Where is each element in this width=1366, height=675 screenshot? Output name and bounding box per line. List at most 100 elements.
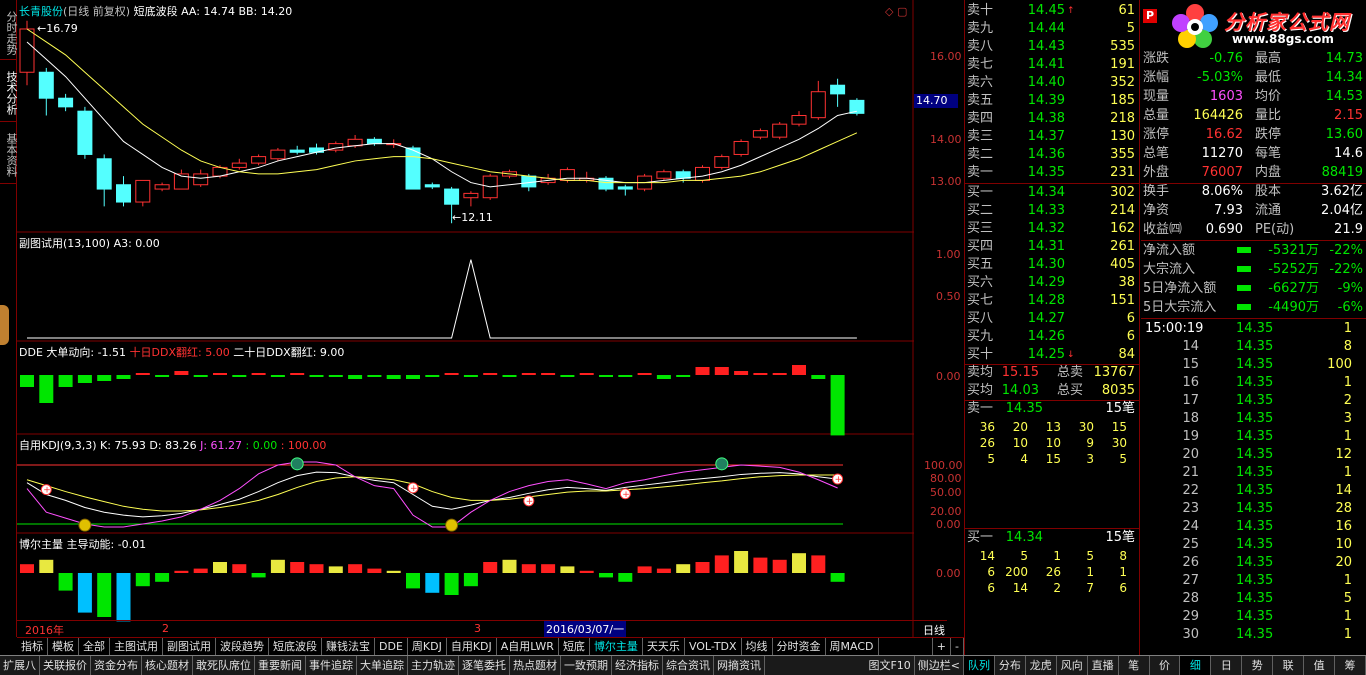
side-tab[interactable]: 价 — [1150, 656, 1181, 675]
order-book-row[interactable]: 买四 14.31 261 — [965, 238, 1139, 256]
indicator-tab[interactable]: 均线 — [742, 638, 773, 655]
indicator-tab[interactable]: 自用KDJ — [447, 638, 497, 655]
bottom-tab[interactable]: 经济指标 — [612, 656, 663, 675]
order-book-row[interactable]: 买五 14.30 405 — [965, 256, 1139, 274]
bottom-tab[interactable]: 逐笔委托 — [459, 656, 510, 675]
indicator-tab[interactable]: 主图试用 — [110, 638, 163, 655]
boer-bar — [174, 570, 189, 573]
side-tab[interactable]: 联 — [1273, 656, 1305, 675]
level-volume: 185 — [1110, 93, 1135, 108]
stat-value: 88419 — [1321, 165, 1363, 180]
side-tab[interactable]: 分布 — [995, 656, 1026, 675]
stat-label: 量比 — [1255, 108, 1282, 123]
order-book-row[interactable]: 卖三 14.37 130 — [965, 128, 1139, 146]
indicator-tab[interactable]: 周KDJ — [408, 638, 447, 655]
side-tab[interactable]: 日 — [1211, 656, 1243, 675]
side-tab[interactable]: 势 — [1242, 656, 1274, 675]
order-book-row[interactable]: 买三 14.32 162 — [965, 220, 1139, 238]
dde-bar — [792, 365, 806, 375]
tab-basic-info[interactable]: 基本资料 — [0, 126, 18, 184]
indicator-tab[interactable]: 短底 — [559, 638, 590, 655]
order-book-row[interactable]: 卖九 14.44 5 — [965, 20, 1139, 38]
order-book-row[interactable]: 买一 14.34 302 — [965, 184, 1139, 202]
side-tab[interactable]: 直播 — [1088, 656, 1119, 675]
order-book-row[interactable]: 买九 14.26 6 — [965, 328, 1139, 346]
bottom-tab[interactable]: 敢死队席位 — [193, 656, 255, 675]
order-book-row[interactable]: 买二 14.33 214 — [965, 202, 1139, 220]
dde-bar — [579, 373, 594, 375]
sub4-title: 博尔主量 主导动能: -0.01 — [19, 538, 147, 551]
bottom-tab[interactable]: 大单追踪 — [357, 656, 408, 675]
period-button[interactable]: 日线 — [923, 622, 945, 638]
indicator-tab[interactable]: A自用LWR — [497, 638, 559, 655]
indicator-tab[interactable]: 赚钱法宝 — [322, 638, 375, 655]
cursor-date: 2016/03/07/一 — [544, 621, 627, 637]
indicator-tab[interactable]: 模板 — [48, 638, 79, 655]
side-tab[interactable]: 细 — [1180, 656, 1212, 675]
bottom-tab[interactable]: 资金分布 — [91, 656, 142, 675]
tab-remove-button[interactable]: - — [951, 638, 964, 655]
indicator-tab[interactable]: 副图试用 — [163, 638, 216, 655]
sub3-title: 自用KDJ(9,3,3) K: 75.93 D: 83.26 J: 61.27 … — [19, 439, 327, 452]
dde-bar — [97, 375, 112, 381]
collapse-handle[interactable] — [0, 305, 9, 345]
indicator-tab[interactable]: 全部 — [79, 638, 110, 655]
bottom-tab[interactable]: 关联报价 — [40, 656, 91, 675]
queue-cell: 2 — [1053, 581, 1061, 595]
indicator-tab[interactable]: 周MACD — [826, 638, 879, 655]
order-book-row[interactable]: 卖五 14.39 185 — [965, 92, 1139, 110]
side-tab[interactable]: 风向 — [1057, 656, 1088, 675]
bottom-tab[interactable]: 热点题材 — [510, 656, 561, 675]
order-book-row[interactable]: 卖七 14.41 191 — [965, 56, 1139, 74]
boer-bar — [406, 573, 420, 589]
indicator-tab[interactable]: 博尔主量 — [590, 638, 643, 655]
order-book-row[interactable]: 买十 14.25 ↓ 84 — [965, 346, 1139, 364]
indicator-tab[interactable]: 天天乐 — [643, 638, 685, 655]
indicator-tab[interactable]: DDE — [375, 638, 408, 655]
indicator-tab[interactable]: 指标 — [17, 638, 48, 655]
order-book-row[interactable]: 卖四 14.38 218 — [965, 110, 1139, 128]
order-book-row[interactable]: 卖一 14.35 231 — [965, 164, 1139, 182]
boer-bar — [116, 573, 131, 622]
queue-cell: 5 — [1086, 549, 1094, 563]
order-book-row[interactable]: 卖十 14.45 ↑ 61 — [965, 2, 1139, 20]
side-tab[interactable]: 龙虎 — [1026, 656, 1057, 675]
bottom-tab[interactable]: 综合资讯 — [663, 656, 714, 675]
side-tab[interactable]: 值 — [1304, 656, 1336, 675]
indicator-tab[interactable]: 短底波段 — [269, 638, 322, 655]
tick-price: 14.35 — [1236, 483, 1274, 498]
level-volume: 61 — [1118, 3, 1135, 18]
indicator-tab[interactable]: 分时资金 — [773, 638, 826, 655]
indicator-tab[interactable]: 波段趋势 — [216, 638, 269, 655]
stat-label: 每笔 — [1255, 146, 1282, 161]
bottom-tab[interactable]: 核心题材 — [142, 656, 193, 675]
tab-time-sharing[interactable]: 分时走势 — [0, 6, 18, 60]
bottom-tab[interactable]: 网摘资讯 — [714, 656, 765, 675]
queue-cell: 3 — [1086, 452, 1094, 466]
order-book-row[interactable]: 卖八 14.43 535 — [965, 38, 1139, 56]
tab-add-button[interactable]: + — [931, 638, 952, 655]
bottom-tab[interactable]: 主力轨迹 — [408, 656, 459, 675]
order-book-row[interactable]: 买七 14.28 151 — [965, 292, 1139, 310]
chart-options-icon[interactable]: ◇ ▢ — [885, 5, 907, 18]
indicator-tab[interactable]: VOL-TDX — [685, 638, 742, 655]
stat-label: 外盘 — [1143, 165, 1170, 180]
bottom-tab[interactable]: 事件追踪 — [306, 656, 357, 675]
bottom-tab[interactable]: 重要新闻 — [255, 656, 306, 675]
order-book-row[interactable]: 买八 14.27 6 — [965, 310, 1139, 328]
boer-bar — [39, 559, 54, 573]
tab-technical-analysis[interactable]: 技术分析 — [0, 64, 18, 122]
order-book-row[interactable]: 买六 14.29 38 — [965, 274, 1139, 292]
order-book-row[interactable]: 卖二 14.36 355 — [965, 146, 1139, 164]
bottom-tab[interactable]: 图文F10 — [865, 656, 915, 675]
tick-row: 25 14.35 10 — [1141, 536, 1366, 554]
side-tab[interactable]: 筹 — [1335, 656, 1366, 675]
boer-bar — [830, 573, 845, 582]
side-tab[interactable]: 队列 — [964, 656, 995, 675]
bottom-tab[interactable]: 侧边栏< — [915, 656, 964, 675]
bottom-tab[interactable]: 扩展八 — [0, 656, 40, 675]
bottom-tab[interactable]: 一致预期 — [561, 656, 612, 675]
side-tab[interactable]: 笔 — [1119, 656, 1150, 675]
order-book-row[interactable]: 卖六 14.40 352 — [965, 74, 1139, 92]
level-price: 14.36 — [1027, 147, 1065, 162]
